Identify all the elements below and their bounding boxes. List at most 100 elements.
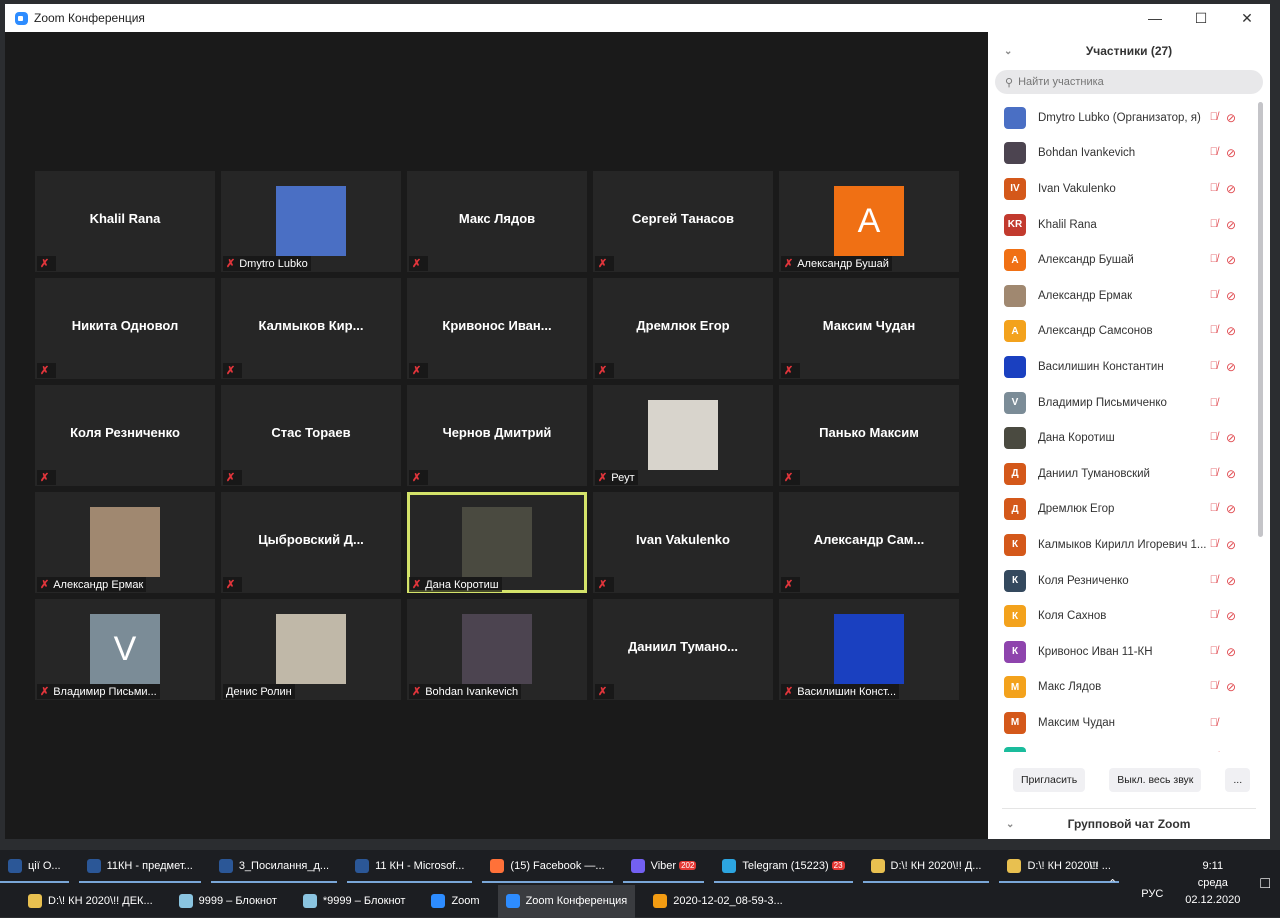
video-tile[interactable]: ✗ Реут (593, 385, 773, 486)
video-tile[interactable]: Панько Максим ✗ (779, 385, 959, 486)
video-tile[interactable]: Александр Сам... ✗ (779, 492, 959, 593)
participant-item[interactable]: 🎙̸ ⊘ (988, 741, 1258, 752)
taskbar-button[interactable]: D:\! КН 2020\!! ДЕК... (20, 885, 161, 918)
muted-mic-icon[interactable]: 🎙̸ (1210, 574, 1218, 588)
video-off-icon[interactable]: ⊘ (1226, 324, 1238, 338)
video-tile[interactable]: ✗ Василишин Конст... (779, 599, 959, 700)
video-tile[interactable]: Калмыков Кир... ✗ (221, 278, 401, 379)
taskbar-button[interactable]: 3_Посилання_д... (210, 850, 338, 883)
video-tile[interactable]: Цыбровский Д... ✗ (221, 492, 401, 593)
participant-item[interactable]: К Коля Сахнов 🎙̸ ⊘ (988, 598, 1258, 634)
video-tile[interactable]: ✗ Дана Коротиш (407, 492, 587, 593)
video-tile[interactable]: ✗ Bohdan Ivankevich (407, 599, 587, 700)
video-off-icon[interactable]: ⊘ (1226, 146, 1238, 160)
video-off-icon[interactable]: ⊘ (1226, 289, 1238, 303)
participant-item[interactable]: Василишин Константин 🎙̸ ⊘ (988, 349, 1258, 385)
video-tile[interactable]: Максим Чудан ✗ (779, 278, 959, 379)
video-tile[interactable]: Стас Тораев ✗ (221, 385, 401, 486)
participant-item[interactable]: Д Даниил Тумановский 🎙̸ ⊘ (988, 456, 1258, 492)
show-hidden-icons-chevron-icon[interactable]: ⌃ (1108, 877, 1117, 890)
video-tile[interactable]: Khalil Rana ✗ (35, 171, 215, 272)
participant-item[interactable]: Bohdan Ivankevich 🎙̸ ⊘ (988, 136, 1258, 172)
muted-mic-icon[interactable]: 🎙̸ (1210, 467, 1218, 481)
video-tile[interactable]: Сергей Танасов ✗ (593, 171, 773, 272)
muted-mic-icon[interactable]: 🎙̸ (1210, 751, 1218, 752)
participant-item[interactable]: Д Дремлюк Егор 🎙̸ ⊘ (988, 492, 1258, 528)
video-off-icon[interactable]: ⊘ (1226, 502, 1238, 516)
participant-item[interactable]: IV Ivan Vakulenko 🎙̸ ⊘ (988, 171, 1258, 207)
muted-mic-icon[interactable]: 🎙̸ (1210, 680, 1218, 694)
taskbar-button[interactable]: Viber 202 (622, 850, 705, 883)
video-tile[interactable]: Даниил Тумано... ✗ (593, 599, 773, 700)
video-tile[interactable]: Никита Одновол ✗ (35, 278, 215, 379)
muted-mic-icon[interactable]: 🎙̸ (1210, 289, 1218, 303)
taskbar-button[interactable]: D:\! КН 2020\!! Д... (862, 850, 990, 883)
muted-mic-icon[interactable]: 🎙̸ (1210, 111, 1218, 125)
mute-all-button[interactable]: Выкл. весь звук (1109, 768, 1202, 792)
video-tile[interactable]: A ✗ Александр Бушай (779, 171, 959, 272)
participant-item[interactable]: V Владимир Письмиченко 🎙̸ (988, 385, 1258, 421)
network-icon[interactable]: □ (1090, 860, 1097, 872)
muted-mic-icon[interactable]: 🎙̸ (1210, 397, 1218, 409)
video-off-icon[interactable]: ⊘ (1226, 680, 1238, 694)
maximize-button[interactable]: ☐ (1178, 4, 1224, 32)
video-tile[interactable]: Ivan Vakulenko ✗ (593, 492, 773, 593)
participant-item[interactable]: М Макс Лядов 🎙̸ ⊘ (988, 670, 1258, 706)
video-off-icon[interactable] (1226, 717, 1238, 729)
muted-mic-icon[interactable]: 🎙̸ (1210, 538, 1218, 552)
clock[interactable]: 9:11 среда 02.12.2020 (1185, 858, 1240, 909)
participant-item[interactable]: KR Khalil Rana 🎙̸ ⊘ (988, 207, 1258, 243)
taskbar-button[interactable]: 9999 – Блокнот (171, 885, 285, 918)
video-off-icon[interactable]: ⊘ (1226, 538, 1238, 552)
participant-item[interactable]: К Коля Резниченко 🎙̸ ⊘ (988, 563, 1258, 599)
taskbar-button[interactable]: D:\! КН 2020\!! ... (999, 850, 1119, 883)
video-off-icon[interactable] (1226, 397, 1238, 409)
muted-mic-icon[interactable]: 🎙̸ (1210, 717, 1218, 729)
group-chat-header[interactable]: ⌄ Групповой чат Zoom (1002, 808, 1256, 839)
taskbar-button[interactable]: Zoom Конференция (497, 885, 636, 918)
minimize-button[interactable]: — (1132, 4, 1178, 32)
search-input[interactable] (1018, 76, 1219, 88)
video-off-icon[interactable]: ⊘ (1226, 467, 1238, 481)
video-off-icon[interactable]: ⊘ (1226, 751, 1238, 752)
participant-item[interactable]: М Максим Чудан 🎙̸ (988, 705, 1258, 741)
muted-mic-icon[interactable]: 🎙̸ (1210, 182, 1218, 196)
taskbar-button[interactable]: ції О... (0, 850, 69, 883)
notifications-icon[interactable]: □ (1260, 875, 1270, 893)
muted-mic-icon[interactable]: 🎙̸ (1210, 324, 1218, 338)
chat-chevron-icon[interactable]: ⌄ (1006, 819, 1014, 830)
video-tile[interactable]: ✗ Dmytro Lubko (221, 171, 401, 272)
participant-item[interactable]: Дана Коротиш 🎙̸ ⊘ (988, 420, 1258, 456)
muted-mic-icon[interactable]: 🎙̸ (1210, 609, 1218, 623)
more-button[interactable]: ... (1225, 768, 1251, 792)
video-tile[interactable]: Чернов Дмитрий ✗ (407, 385, 587, 486)
video-tile[interactable]: Дремлюк Егор ✗ (593, 278, 773, 379)
video-off-icon[interactable]: ⊘ (1226, 431, 1238, 445)
video-off-icon[interactable]: ⊘ (1226, 182, 1238, 196)
video-tile[interactable]: V ✗ Владимир Письми... (35, 599, 215, 700)
muted-mic-icon[interactable]: 🎙̸ (1210, 218, 1218, 232)
video-tile[interactable]: Кривонос Иван... ✗ (407, 278, 587, 379)
taskbar-button[interactable]: 2020-12-02_08-59-3... (645, 885, 790, 918)
video-tile[interactable]: Денис Ролин (221, 599, 401, 700)
video-off-icon[interactable]: ⊘ (1226, 360, 1238, 374)
video-tile[interactable]: Коля Резниченко ✗ (35, 385, 215, 486)
video-off-icon[interactable]: ⊘ (1226, 253, 1238, 267)
muted-mic-icon[interactable]: 🎙̸ (1210, 645, 1218, 659)
taskbar-button[interactable]: Zoom (423, 885, 487, 918)
close-button[interactable]: ✕ (1224, 4, 1270, 32)
muted-mic-icon[interactable]: 🎙̸ (1210, 360, 1218, 374)
taskbar-button[interactable]: *9999 – Блокнот (295, 885, 414, 918)
participant-item[interactable]: Dmytro Lubko (Организатор, я) 🎙̸ ⊘ (988, 100, 1258, 136)
muted-mic-icon[interactable]: 🎙̸ (1210, 502, 1218, 516)
invite-button[interactable]: Пригласить (1013, 768, 1086, 792)
participant-item[interactable]: Александр Ермак 🎙̸ ⊘ (988, 278, 1258, 314)
participant-scrollbar[interactable] (1258, 102, 1263, 537)
participant-item[interactable]: A Александр Бушай 🎙̸ ⊘ (988, 242, 1258, 278)
participant-item[interactable]: К Кривонос Иван 11-КН 🎙̸ ⊘ (988, 634, 1258, 670)
collapse-chevron-icon[interactable]: ⌄ (1004, 46, 1012, 57)
video-off-icon[interactable]: ⊘ (1226, 574, 1238, 588)
video-off-icon[interactable]: ⊘ (1226, 111, 1238, 125)
muted-mic-icon[interactable]: 🎙̸ (1210, 431, 1218, 445)
muted-mic-icon[interactable]: 🎙̸ (1210, 253, 1218, 267)
